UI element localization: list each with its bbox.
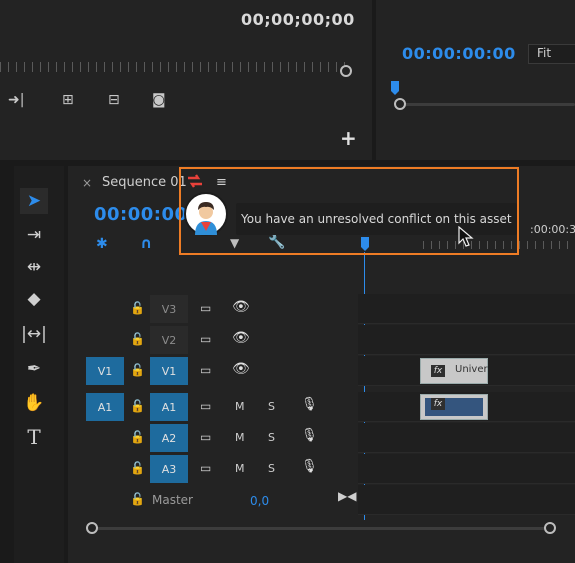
track-a3: 🔓 A3 ▭ M S 🎙 — [68, 454, 575, 484]
program-zoom-handle[interactable] — [394, 98, 406, 110]
source-a1[interactable]: A1 — [86, 393, 124, 421]
target-v3[interactable]: V3 — [150, 295, 188, 323]
solo-button[interactable]: S — [268, 462, 275, 475]
overlay-icon[interactable]: ⊟ — [108, 92, 120, 108]
program-timecode[interactable]: 00:00:00:00 — [402, 44, 516, 63]
fx-badge: fx — [431, 398, 445, 410]
target-a1[interactable]: A1 — [150, 393, 188, 421]
eye-icon[interactable]: 👁 — [232, 299, 250, 315]
ripple-edit-tool-icon[interactable]: ⇹ — [20, 254, 48, 280]
track-a2-lane[interactable] — [358, 423, 575, 453]
track-v3-lane[interactable] — [358, 294, 575, 324]
track-a3-lane[interactable] — [358, 454, 575, 484]
program-playhead-icon[interactable] — [390, 80, 400, 96]
timeline-timecode[interactable]: 00:00:00 — [94, 204, 188, 225]
target-a3[interactable]: A3 — [150, 455, 188, 483]
sync-lock-icon[interactable]: ▭ — [200, 399, 211, 413]
pen-tool-icon[interactable]: ✒ — [20, 356, 48, 382]
sync-lock-icon[interactable]: ▭ — [200, 332, 211, 346]
go-to-end-icon[interactable]: ▶◀ — [338, 489, 356, 503]
lock-icon[interactable]: 🔓 — [130, 301, 145, 315]
track-select-tool-icon[interactable]: ⇥ — [20, 222, 48, 248]
snap-icon[interactable]: ∩ — [140, 234, 152, 252]
eye-icon[interactable]: 👁 — [232, 330, 250, 346]
track-v3: 🔓 V3 ▭ 👁 — [68, 294, 575, 324]
sync-lock-icon[interactable]: ▭ — [200, 363, 211, 377]
mute-button[interactable]: M — [235, 400, 245, 413]
sync-lock-icon[interactable]: ▭ — [200, 461, 211, 475]
track-v2: 🔓 V2 ▭ 👁 — [68, 325, 575, 355]
sync-lock-icon[interactable]: ▭ — [200, 301, 211, 315]
lock-icon[interactable]: 🔓 — [130, 461, 145, 475]
mouse-cursor-icon — [458, 226, 474, 247]
ruler-time-label: :00:00:30:00 — [530, 223, 575, 236]
track-master-lane[interactable] — [358, 485, 575, 515]
track-v1: V1 🔓 V1 ▭ 👁 fx Univer — [68, 356, 575, 386]
program-monitor-panel: 00:00:00:00 Fit — [376, 0, 575, 160]
timeline-zoom-handle-right[interactable] — [544, 522, 556, 534]
master-label: Master — [152, 493, 193, 507]
insert-icon[interactable]: ⊞ — [62, 92, 74, 108]
track-a1: A1 🔓 A1 ▭ M S 🎙 fx — [68, 392, 575, 422]
overwrite-icon[interactable]: ➜| — [8, 92, 24, 108]
sync-lock-icon[interactable]: ▭ — [200, 430, 211, 444]
lock-icon[interactable]: 🔓 — [130, 399, 145, 413]
solo-button[interactable]: S — [268, 431, 275, 444]
track-master: 🔓 Master 0,0 ▶◀ — [68, 485, 575, 515]
track-v2-lane[interactable] — [358, 325, 575, 355]
source-monitor-panel: 00;00;00;00 ➜| ⊞ ⊟ ◙ + — [0, 0, 372, 160]
lock-icon[interactable]: 🔓 — [130, 430, 145, 444]
add-button-icon[interactable]: + — [340, 126, 357, 150]
type-tool-icon[interactable]: T — [20, 424, 48, 450]
lock-icon[interactable]: 🔓 — [130, 363, 145, 377]
slip-tool-icon[interactable]: |↔| — [20, 321, 48, 347]
hand-tool-icon[interactable]: ✋ — [20, 390, 48, 416]
razor-tool-icon[interactable]: ◆ — [20, 286, 48, 312]
mute-button[interactable]: M — [235, 462, 245, 475]
timeline-zoom-handle-left[interactable] — [86, 522, 98, 534]
microphone-icon[interactable]: 🎙 — [301, 459, 318, 474]
source-timecode[interactable]: 00;00;00;00 — [241, 10, 355, 29]
premiere-workspace: 00;00;00;00 ➜| ⊞ ⊟ ◙ + 00:00:00:00 Fit ➤… — [0, 0, 575, 563]
solo-button[interactable]: S — [268, 400, 275, 413]
source-zoom-handle[interactable] — [340, 65, 352, 77]
sequence-tab[interactable]: Sequence 01 — [102, 175, 187, 190]
fit-label: Fit — [537, 46, 552, 60]
tools-panel: ➤ ⇥ ⇹ ◆ |↔| ✒ ✋ T — [14, 166, 64, 563]
lock-icon[interactable]: 🔓 — [130, 492, 145, 506]
fit-select[interactable]: Fit — [528, 44, 575, 64]
selection-tool-icon[interactable]: ➤ — [20, 188, 48, 214]
video-clip[interactable]: fx Univer — [420, 358, 488, 384]
nest-toggle-icon[interactable]: ✱ — [96, 236, 108, 252]
program-scrub-bar[interactable] — [400, 103, 575, 106]
microphone-icon[interactable]: 🎙 — [301, 397, 318, 412]
mute-button[interactable]: M — [235, 431, 245, 444]
lock-icon[interactable]: 🔓 — [130, 332, 145, 346]
close-tab-icon[interactable]: × — [82, 176, 92, 190]
target-v2[interactable]: V2 — [150, 326, 188, 354]
track-a2: 🔓 A2 ▭ M S 🎙 — [68, 423, 575, 453]
source-time-ruler[interactable] — [0, 62, 345, 72]
eye-icon[interactable]: 👁 — [232, 361, 250, 377]
fx-badge: fx — [431, 365, 445, 377]
audio-clip[interactable]: fx — [420, 394, 488, 420]
target-v1[interactable]: V1 — [150, 357, 188, 385]
master-volume-value[interactable]: 0,0 — [250, 494, 269, 508]
camera-icon[interactable]: ◙ — [152, 92, 166, 108]
microphone-icon[interactable]: 🎙 — [301, 428, 318, 443]
video-clip-label: Univer — [455, 364, 488, 375]
target-a2[interactable]: A2 — [150, 424, 188, 452]
timeline-scrollbar[interactable] — [92, 527, 548, 530]
source-v1[interactable]: V1 — [86, 357, 124, 385]
